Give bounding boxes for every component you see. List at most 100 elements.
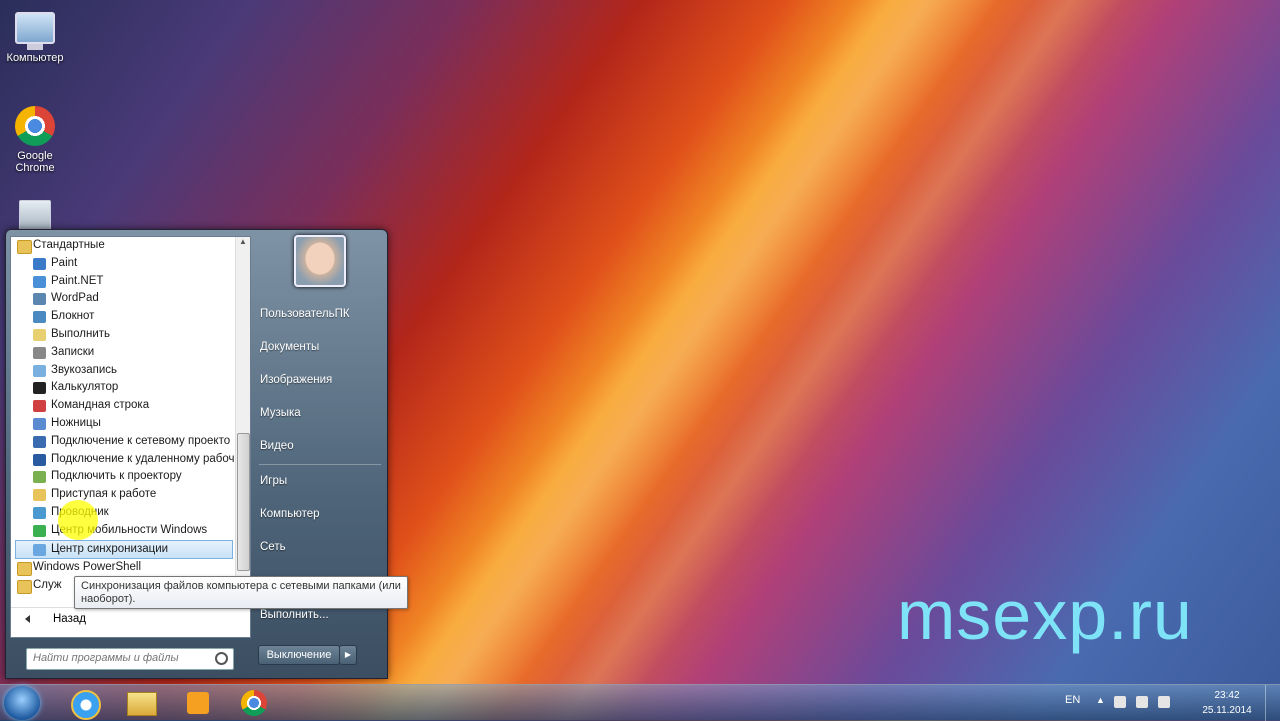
program-item[interactable]: Звукозапись [11, 362, 235, 380]
getting-started-icon [33, 489, 46, 502]
volume-icon[interactable] [1158, 696, 1170, 708]
network-icon[interactable] [1136, 696, 1148, 708]
program-label: Windows PowerShell [33, 561, 142, 574]
desktop-icon-computer[interactable]: Компьютер [0, 8, 70, 64]
program-label: Записки [51, 345, 95, 358]
program-item[interactable]: Приступая к работе [11, 486, 235, 504]
sync-center-icon [33, 543, 46, 556]
program-label: Центр синхронизации [51, 542, 169, 555]
program-item[interactable]: Записки [11, 344, 235, 362]
programs-scrollbar[interactable]: ▲ [235, 237, 250, 605]
taskbar-explorer[interactable] [116, 687, 168, 719]
search-input[interactable] [27, 649, 219, 667]
program-label: Ножницы [51, 416, 101, 429]
program-item[interactable]: Центр синхронизации [15, 539, 233, 560]
program-item[interactable]: Windows PowerShell [11, 559, 235, 577]
right-item-user[interactable]: ПользовательПК [260, 308, 350, 320]
program-item[interactable]: Paint [11, 255, 235, 273]
program-label: Подключение к удаленному рабоч [51, 452, 235, 465]
network-projector-icon [33, 435, 46, 448]
right-item-games[interactable]: Игры [260, 475, 287, 487]
program-label: Блокнот [51, 310, 95, 323]
right-item-run[interactable]: Выполнить... [260, 609, 329, 621]
chrome-icon [15, 106, 55, 146]
taskbar-chrome[interactable] [228, 687, 280, 719]
taskbar: EN ▲ 23:42 25.11.2014 [0, 684, 1280, 721]
paint-icon [33, 257, 46, 270]
show-hidden-icons-icon[interactable]: ▲ [1096, 695, 1105, 705]
program-label: Командная строка [51, 399, 150, 412]
remote-desktop-icon [33, 453, 46, 466]
taskbar-media-player[interactable] [172, 687, 224, 719]
program-label: WordPad [51, 292, 99, 305]
program-label: Подключить к проектору [51, 470, 182, 483]
user-avatar[interactable] [294, 235, 346, 287]
separator [259, 464, 381, 465]
desktop-icon-chrome[interactable]: Google Chrome [0, 106, 70, 174]
mobility-center-icon [33, 524, 46, 537]
program-item[interactable]: Подключение к сетевому проекто [11, 433, 235, 451]
program-label: Подключение к сетевому проекто [51, 434, 231, 447]
program-item[interactable]: Подключить к проектору [11, 468, 235, 486]
cmd-icon [33, 400, 46, 413]
clock[interactable]: 23:42 25.11.2014 [1196, 688, 1258, 718]
right-item-pictures[interactable]: Изображения [260, 374, 332, 386]
back-label: Назад [53, 613, 86, 625]
program-label: Выполнить [51, 327, 111, 340]
all-programs-list: Стандартные Paint Paint.NET WordPad Блокнот В… [11, 237, 235, 605]
program-label: Калькулятор [51, 381, 119, 394]
start-menu-right-pane: ПользовательПК Документы Изображения Муз… [251, 230, 387, 678]
program-item[interactable]: Выполнить [11, 326, 235, 344]
internet-explorer-icon [71, 690, 101, 720]
notepad-icon [33, 311, 46, 324]
show-desktop-button[interactable] [1265, 685, 1280, 721]
action-center-icon[interactable] [1114, 696, 1126, 708]
scroll-up-icon[interactable]: ▲ [236, 237, 250, 251]
program-item[interactable]: Подключение к удаленному рабоч [11, 451, 235, 469]
right-item-music[interactable]: Музыка [260, 407, 301, 419]
program-label: Paint.NET [51, 274, 104, 287]
scrollbar-thumb[interactable] [237, 433, 250, 571]
taskbar-internet-explorer[interactable] [60, 687, 112, 720]
computer-icon [15, 12, 55, 50]
folder-icon [17, 240, 32, 254]
program-item[interactable]: Проводник [11, 504, 235, 522]
program-item[interactable]: Стандартные [11, 237, 235, 255]
wordpad-icon [33, 293, 46, 306]
program-item[interactable]: Блокнот [11, 308, 235, 326]
program-item[interactable]: Ножницы [11, 415, 235, 433]
program-label: Стандартные [33, 239, 105, 251]
program-item[interactable]: Центр мобильности Windows [11, 522, 235, 540]
program-label: Служ [33, 579, 62, 592]
right-item-video[interactable]: Видео [260, 440, 294, 452]
language-indicator[interactable]: EN [1065, 694, 1080, 706]
back-button[interactable]: Назад [11, 607, 235, 630]
right-item-documents[interactable]: Документы [260, 341, 319, 353]
calculator-icon [33, 382, 46, 395]
start-button[interactable] [4, 686, 40, 720]
start-menu: Стандартные Paint Paint.NET WordPad Блокнот В… [5, 229, 388, 679]
clock-time: 23:42 [1214, 690, 1240, 701]
program-label: Звукозапись [51, 363, 118, 376]
cursor-highlight [58, 500, 98, 540]
back-arrow-icon [25, 615, 30, 623]
program-label: Paint [51, 256, 78, 269]
shutdown-options-icon[interactable]: ▶ [339, 645, 357, 665]
microphone-icon [33, 364, 46, 377]
program-label: Приступая к работе [51, 488, 157, 501]
search-field[interactable] [26, 648, 234, 670]
right-item-computer[interactable]: Компьютер [260, 508, 320, 520]
sticky-notes-icon [33, 346, 46, 359]
program-item[interactable]: WordPad [11, 290, 235, 308]
right-item-network[interactable]: Сеть [260, 541, 286, 553]
folder-icon [17, 562, 32, 577]
paintnet-icon [33, 275, 46, 288]
scissors-icon [33, 417, 46, 430]
shutdown-button[interactable]: Выключение [258, 645, 340, 665]
program-item[interactable]: Калькулятор [11, 379, 235, 397]
explorer-icon [127, 692, 157, 716]
folder-icon [17, 580, 32, 595]
program-item[interactable]: Командная строка [11, 397, 235, 415]
desktop-icon-label: Google Chrome [15, 150, 55, 174]
program-item[interactable]: Paint.NET [11, 273, 235, 291]
